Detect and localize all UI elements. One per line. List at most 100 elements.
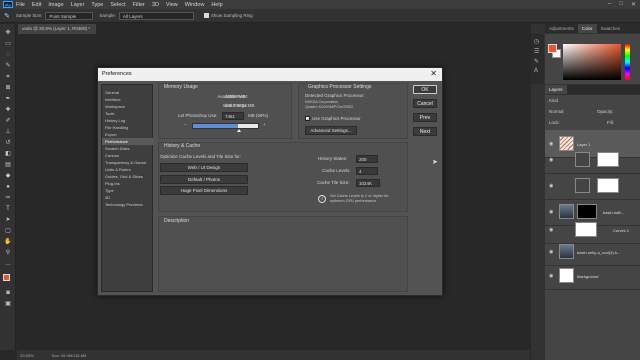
hue-slider[interactable]: [625, 44, 630, 80]
foreground-color-chip[interactable]: [548, 44, 557, 53]
character-panel-icon[interactable]: A: [534, 68, 538, 74]
stamp-tool-icon[interactable]: ⊥: [4, 129, 12, 135]
quick-mask-icon[interactable]: ◙: [4, 290, 12, 296]
nav-tools[interactable]: Tools: [102, 110, 153, 117]
menu-select[interactable]: Select: [110, 2, 125, 8]
zoom-level[interactable]: 20.83%: [20, 353, 34, 358]
menu-file[interactable]: File: [16, 2, 25, 8]
web-ui-design-button[interactable]: Web / UI Design: [160, 163, 248, 172]
properties-panel-icon[interactable]: ☰: [534, 48, 539, 55]
crop-tool-icon[interactable]: ⌗: [4, 74, 12, 80]
blend-mode-select[interactable]: Normal: [549, 109, 564, 114]
memory-slider-track[interactable]: [192, 123, 259, 129]
color-picker-field[interactable]: [563, 44, 621, 80]
document-tab[interactable]: undo @ 20.8% (Layer 1, RGB/8) *: [18, 24, 96, 34]
menu-window[interactable]: Window: [185, 2, 205, 8]
tab-layers[interactable]: Layers: [545, 85, 567, 94]
lasso-tool-icon[interactable]: ◌: [4, 52, 12, 58]
menu-filter[interactable]: Filter: [133, 2, 145, 8]
sample-size-select[interactable]: Point Sample: [45, 11, 94, 20]
cancel-button[interactable]: Cancel: [413, 99, 437, 108]
memory-amount-input[interactable]: 7461: [222, 112, 244, 120]
minimize-icon[interactable]: –: [608, 1, 611, 8]
visibility-eye-icon[interactable]: ◉: [549, 209, 553, 215]
gradient-tool-icon[interactable]: ▤: [4, 162, 12, 168]
memory-increase[interactable]: +: [263, 122, 266, 127]
close-window-icon[interactable]: ✕: [631, 1, 636, 8]
nav-file-handling[interactable]: File Handling: [102, 124, 153, 131]
history-states-select[interactable]: 200: [356, 155, 378, 163]
eyedropper-tool-icon[interactable]: ✒: [4, 96, 12, 102]
tab-adjustments[interactable]: Adjustments: [545, 24, 578, 33]
path-select-tool-icon[interactable]: ➤: [4, 217, 12, 223]
zoom-tool-icon[interactable]: ⚲: [4, 250, 12, 256]
visibility-eye-icon[interactable]: ◉: [549, 157, 553, 163]
hand-tool-icon[interactable]: ✋: [4, 239, 12, 245]
nav-performance[interactable]: Performance: [102, 138, 153, 145]
ok-button[interactable]: OK: [413, 85, 437, 94]
memory-slider-handle[interactable]: [237, 129, 241, 132]
cache-tile-size-select[interactable]: 1024K: [356, 179, 380, 187]
brush-panel-icon[interactable]: ✎: [534, 58, 539, 65]
sample-select[interactable]: All Layers: [118, 11, 194, 20]
healing-tool-icon[interactable]: ✚: [4, 107, 12, 113]
menu-3d[interactable]: 3D: [152, 2, 159, 8]
nav-3d[interactable]: 3D: [102, 194, 153, 201]
cache-levels-select[interactable]: 4: [356, 167, 378, 175]
menu-edit[interactable]: Edit: [32, 2, 41, 8]
blur-tool-icon[interactable]: ◆: [4, 173, 12, 179]
visibility-eye-icon[interactable]: ◉: [549, 249, 553, 255]
visibility-eye-icon[interactable]: ◉: [549, 273, 553, 279]
menu-help[interactable]: Help: [211, 2, 222, 8]
memory-decrease[interactable]: –: [184, 122, 187, 127]
nav-units-rulers[interactable]: Units & Rulers: [102, 166, 153, 173]
maximize-icon[interactable]: □: [619, 1, 623, 8]
nav-interface[interactable]: Interface: [102, 96, 153, 103]
menu-layer[interactable]: Layer: [71, 2, 85, 8]
pen-tool-icon[interactable]: ✑: [4, 195, 12, 201]
menu-view[interactable]: View: [166, 2, 178, 8]
type-tool-icon[interactable]: T: [4, 206, 12, 212]
nav-history-log[interactable]: History Log: [102, 117, 153, 124]
nav-tech-previews[interactable]: Technology Previews: [102, 201, 153, 208]
dodge-tool-icon[interactable]: ●: [4, 184, 12, 190]
nav-guides-grid[interactable]: Guides, Grid & Slices: [102, 173, 153, 180]
prev-button[interactable]: Prev: [413, 113, 437, 122]
layer-row[interactable]: ◉: [545, 146, 640, 174]
foreground-color-swatch[interactable]: [3, 274, 10, 281]
layer-filter-kind[interactable]: Kind: [549, 98, 558, 103]
nav-cursors[interactable]: Cursors: [102, 152, 153, 159]
use-gpu-checkbox[interactable]: ✓: [305, 116, 310, 122]
layer-row[interactable]: ◉: [545, 172, 640, 200]
history-panel-icon[interactable]: ◷: [534, 38, 539, 45]
visibility-eye-icon[interactable]: ◉: [549, 227, 553, 233]
history-brush-tool-icon[interactable]: ↺: [4, 140, 12, 146]
menu-image[interactable]: Image: [48, 2, 63, 8]
menu-type[interactable]: Type: [91, 2, 103, 8]
visibility-eye-icon[interactable]: ◉: [549, 183, 553, 189]
nav-transparency[interactable]: Transparency & Gamut: [102, 159, 153, 166]
screen-mode-icon[interactable]: ▣: [4, 301, 12, 307]
next-button[interactable]: Next: [413, 127, 437, 136]
advanced-settings-button[interactable]: Advanced Settings...: [305, 126, 357, 135]
tab-swatches[interactable]: Swatches: [597, 24, 625, 33]
eyedropper-icon[interactable]: ✎: [4, 12, 10, 20]
nav-general[interactable]: General: [102, 89, 153, 96]
nav-scratch-disks[interactable]: Scratch Disks: [102, 145, 153, 152]
sampling-ring-checkbox[interactable]: [203, 13, 209, 18]
nav-workspace[interactable]: Workspace: [102, 103, 153, 110]
default-photos-button[interactable]: Default / Photos: [160, 175, 248, 184]
huge-pixel-button[interactable]: Huge Pixel Dimensions: [160, 186, 248, 195]
frame-tool-icon[interactable]: ⊠: [4, 85, 12, 91]
layer-row[interactable]: ◉ Background: [545, 262, 640, 290]
eraser-tool-icon[interactable]: ◧: [4, 151, 12, 157]
close-icon[interactable]: ✕: [430, 69, 437, 78]
nav-plug-ins[interactable]: Plug-Ins: [102, 180, 153, 187]
quick-select-tool-icon[interactable]: ✎: [4, 63, 12, 69]
brush-tool-icon[interactable]: ✐: [4, 118, 12, 124]
tab-color[interactable]: Color: [577, 24, 597, 33]
nav-export[interactable]: Export: [102, 131, 153, 138]
more-tools-icon[interactable]: …: [4, 261, 12, 267]
marquee-tool-icon[interactable]: ▭: [4, 41, 12, 47]
nav-type[interactable]: Type: [102, 187, 153, 194]
